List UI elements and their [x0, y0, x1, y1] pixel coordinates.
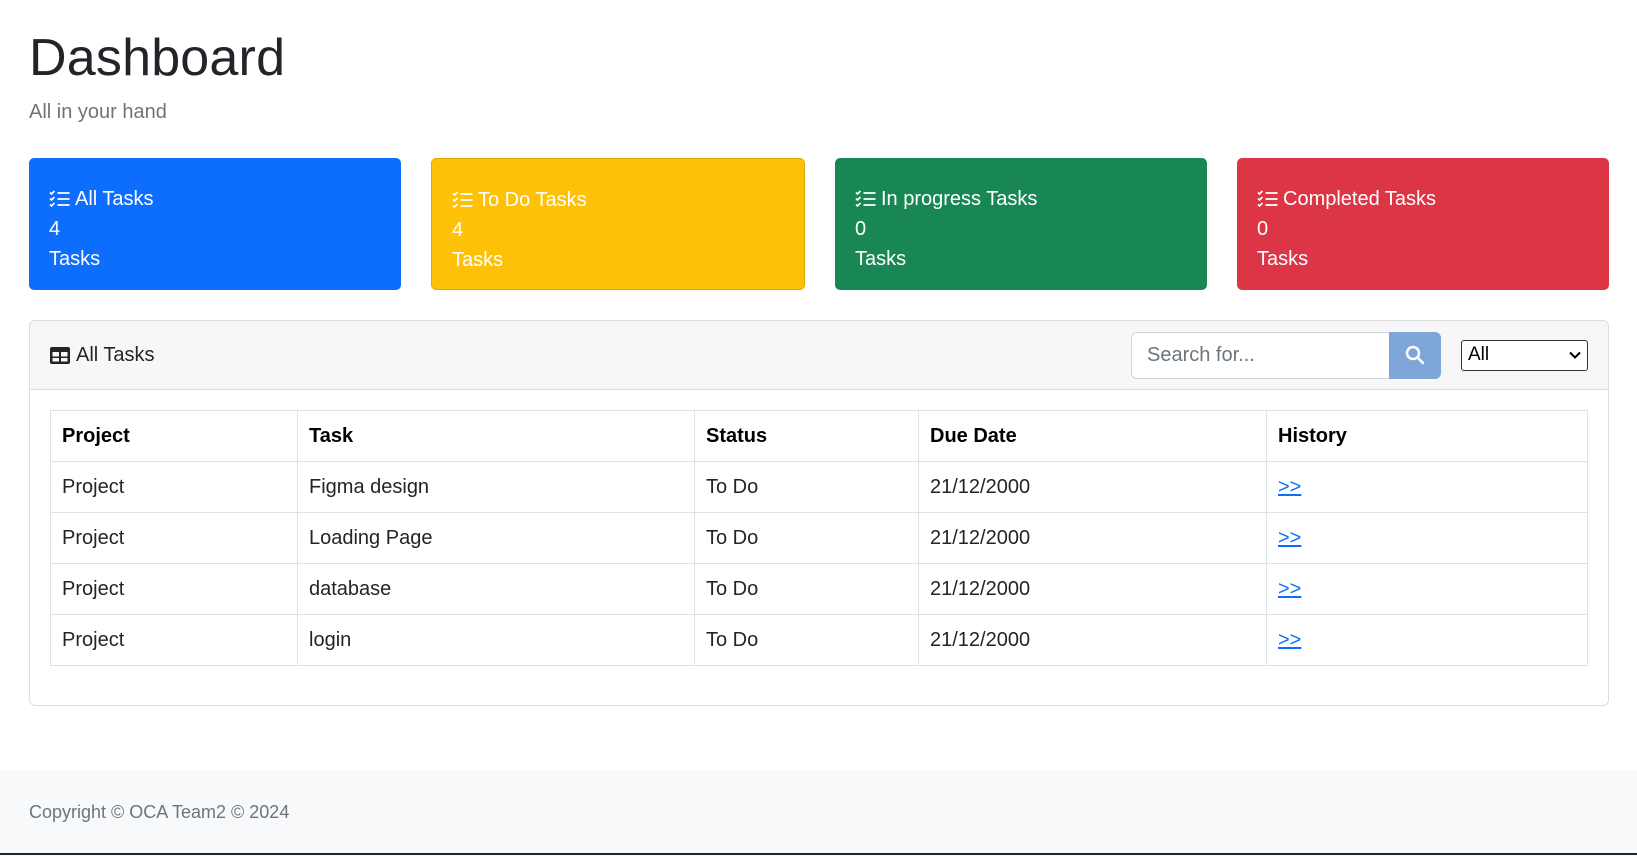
history-link[interactable]: >>: [1278, 629, 1301, 651]
cell-status: To Do: [694, 512, 919, 564]
stat-label: To Do Tasks: [478, 189, 587, 211]
column-header-status: Status: [694, 410, 919, 462]
cell-due-date: 21/12/2000: [918, 461, 1267, 513]
table-row: Project login To Do 21/12/2000 >>: [50, 614, 1588, 666]
table-row: Project Loading Page To Do 21/12/2000 >>: [50, 512, 1588, 564]
stat-cards: All Tasks 4 Tasks To Do Tasks 4 Tasks In…: [29, 158, 1609, 290]
cell-status: To Do: [694, 614, 919, 666]
list-check-icon: [49, 190, 70, 208]
stat-count: 4: [452, 219, 464, 241]
cell-task: Loading Page: [297, 512, 695, 564]
copyright-text: Copyright © OCA Team2 © 2024: [29, 802, 290, 822]
cell-task: Figma design: [297, 461, 695, 513]
footer: Copyright © OCA Team2 © 2024: [0, 770, 1637, 856]
history-link[interactable]: >>: [1278, 527, 1301, 549]
cell-status: To Do: [694, 461, 919, 513]
column-header-history: History: [1266, 410, 1588, 462]
search-icon: [1405, 345, 1425, 365]
column-header-due-date: Due Date: [918, 410, 1267, 462]
history-link[interactable]: >>: [1278, 476, 1301, 498]
stat-label: In progress Tasks: [881, 188, 1038, 210]
stat-label: All Tasks: [75, 188, 154, 210]
stat-count: 0: [855, 218, 867, 240]
footer-divider: [0, 853, 1637, 855]
stat-count: 4: [49, 218, 61, 240]
column-header-task: Task: [297, 410, 695, 462]
cell-history: >>: [1266, 563, 1588, 615]
tasks-panel-title: All Tasks: [76, 343, 155, 366]
cell-history: >>: [1266, 461, 1588, 513]
tasks-table: Project Task Status Due Date History Pro…: [50, 410, 1588, 666]
table-row: Project Figma design To Do 21/12/2000 >>: [50, 461, 1588, 513]
history-link[interactable]: >>: [1278, 578, 1301, 600]
stat-unit: Tasks: [452, 249, 504, 271]
tasks-panel: All Tasks All Project Task Status Due Da…: [29, 320, 1609, 706]
tasks-panel-header: All Tasks All: [30, 321, 1608, 390]
list-check-icon: [855, 190, 876, 208]
cell-project: Project: [50, 461, 298, 513]
cell-history: >>: [1266, 512, 1588, 564]
cell-project: Project: [50, 563, 298, 615]
column-header-project: Project: [50, 410, 298, 462]
stat-card-in-progress-tasks: In progress Tasks 0 Tasks: [835, 158, 1207, 290]
cell-due-date: 21/12/2000: [918, 614, 1267, 666]
search-button[interactable]: [1389, 331, 1441, 379]
table-icon: [50, 346, 70, 364]
stat-label: Completed Tasks: [1283, 188, 1437, 210]
cell-history: >>: [1266, 614, 1588, 666]
cell-task: database: [297, 563, 695, 615]
page-title: Dashboard: [29, 29, 286, 87]
stat-count: 0: [1257, 218, 1269, 240]
cell-status: To Do: [694, 563, 919, 615]
cell-due-date: 21/12/2000: [918, 563, 1267, 615]
cell-project: Project: [50, 512, 298, 564]
search-input[interactable]: [1131, 331, 1389, 379]
list-check-icon: [452, 191, 473, 209]
chevron-down-icon: [1569, 351, 1581, 359]
cell-project: Project: [50, 614, 298, 666]
cell-due-date: 21/12/2000: [918, 512, 1267, 564]
status-filter-select[interactable]: All: [1461, 339, 1588, 371]
search-group: [1131, 331, 1441, 379]
stat-unit: Tasks: [1257, 248, 1309, 270]
stat-unit: Tasks: [855, 248, 907, 270]
status-filter-value: All: [1468, 344, 1490, 365]
list-check-icon: [1257, 190, 1278, 208]
stat-card-completed-tasks: Completed Tasks 0 Tasks: [1237, 158, 1609, 290]
table-row: Project database To Do 21/12/2000 >>: [50, 563, 1588, 615]
cell-task: login: [297, 614, 695, 666]
stat-card-todo-tasks: To Do Tasks 4 Tasks: [431, 158, 805, 290]
stat-unit: Tasks: [49, 248, 101, 270]
page-subtitle: All in your hand: [29, 101, 167, 123]
stat-card-all-tasks: All Tasks 4 Tasks: [29, 158, 401, 290]
table-header-row: Project Task Status Due Date History: [50, 410, 1588, 462]
